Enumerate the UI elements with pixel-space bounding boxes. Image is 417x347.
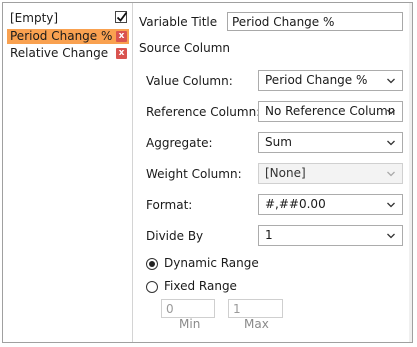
- value-column-select[interactable]: Period Change %: [258, 70, 403, 91]
- aggregate-value: Sum: [265, 135, 292, 149]
- value-column-label: Value Column:: [146, 74, 233, 88]
- variable-title-label: Variable Title: [139, 15, 218, 29]
- max-label: Max: [244, 317, 269, 331]
- dynamic-range-label: Dynamic Range: [164, 256, 259, 270]
- chevron-down-icon: [387, 78, 395, 84]
- weight-column-value: [None]: [265, 166, 306, 180]
- reference-column-value: No Reference Column: [265, 104, 396, 118]
- weight-column-label: Weight Column:: [146, 167, 242, 181]
- divide-by-select[interactable]: 1: [258, 225, 403, 246]
- aggregate-select[interactable]: Sum: [258, 132, 403, 153]
- min-label: Min: [179, 317, 201, 331]
- format-value: #,##0.00: [265, 197, 326, 211]
- radio-selected-dot: [149, 261, 155, 267]
- weight-column-select: [None]: [258, 163, 403, 184]
- divide-by-label: Divide By: [146, 229, 204, 243]
- reference-column-label: Reference Column:: [146, 105, 261, 119]
- checkmark-icon: [116, 11, 128, 22]
- chevron-down-icon: [387, 171, 395, 177]
- value-column-value: Period Change %: [265, 73, 368, 87]
- format-label: Format:: [146, 198, 193, 212]
- delete-icon[interactable]: x: [116, 48, 127, 59]
- list-item-label: Relative Change: [10, 46, 109, 60]
- variable-editor-panel: [Empty] Period Change % x Relative Chang…: [2, 2, 413, 343]
- list-item-empty[interactable]: [Empty]: [7, 11, 129, 26]
- chevron-down-icon: [387, 109, 395, 115]
- max-input: [228, 299, 283, 318]
- vertical-scrollbar[interactable]: [409, 3, 412, 342]
- fixed-range-label: Fixed Range: [164, 279, 237, 293]
- variable-title-input[interactable]: [227, 12, 403, 31]
- list-item-relative-change[interactable]: Relative Change x: [7, 46, 129, 61]
- source-column-heading: Source Column: [139, 41, 230, 55]
- aggregate-label: Aggregate:: [146, 136, 213, 150]
- chevron-down-icon: [387, 202, 395, 208]
- divide-by-value: 1: [265, 228, 273, 242]
- fixed-range-radio[interactable]: [146, 281, 158, 293]
- list-item-label: [Empty]: [10, 11, 59, 25]
- format-combo[interactable]: #,##0.00: [258, 194, 403, 215]
- list-item-period-change[interactable]: Period Change % x: [7, 29, 129, 44]
- min-input: [161, 299, 215, 318]
- dynamic-range-radio[interactable]: [146, 258, 158, 270]
- chevron-down-icon: [387, 233, 395, 239]
- include-checkbox[interactable]: [115, 11, 128, 23]
- chevron-down-icon: [387, 140, 395, 146]
- variable-list: [Empty] Period Change % x Relative Chang…: [3, 3, 133, 342]
- delete-icon[interactable]: x: [116, 31, 127, 42]
- list-item-label: Period Change %: [10, 29, 113, 43]
- reference-column-select[interactable]: No Reference Column: [258, 101, 403, 122]
